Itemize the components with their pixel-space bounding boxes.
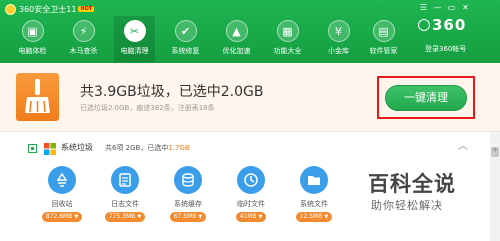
item-size: 67.5MB (173, 213, 197, 220)
junk-item-temp-files[interactable]: 临时文件 41MB ▼ (228, 166, 274, 226)
nav-label: 电脑体检 (18, 47, 47, 55)
junk-item-system-files[interactable]: 系统文件 12.5MB ▼ (291, 166, 337, 226)
dropdown-arrow-icon: ▼ (137, 214, 142, 220)
nav-item-software-manager[interactable]: ▤ 软件管家 (363, 16, 404, 62)
item-label: 系统缓存 (174, 200, 202, 208)
watermark-title: 百科全说 (368, 172, 456, 196)
category-selected-size: 1.7GB (168, 144, 190, 152)
item-size: 41MB (239, 213, 257, 220)
system-cache-icon (174, 166, 202, 194)
top-toolbar: 360安全卫士11 HOT ☰ — ▭ ✕ ▣ 电脑体检 ⚡ 木马查杀 ✂ 电脑… (0, 0, 500, 63)
wallet-icon: ¥ (327, 20, 350, 42)
temp-file-icon (237, 166, 265, 194)
dropdown-arrow-icon: ▼ (324, 214, 329, 220)
item-label: 临时文件 (237, 200, 265, 208)
junk-item-recycle-bin[interactable]: 回收站 872.6MB ▼ (39, 166, 85, 226)
category-header[interactable]: 系统垃圾 共6项 2GB，已选中1.7GB ︿ (0, 137, 490, 157)
nav-label: 功能大全 (273, 47, 302, 55)
dropdown-arrow-icon: ▼ (74, 214, 79, 220)
nav-item-pc-clean[interactable]: ✂ 电脑清理 (114, 16, 155, 62)
nav-label: 木马查杀 (69, 47, 98, 55)
dropdown-arrow-icon: ▼ (258, 214, 263, 220)
nav-label: 电脑清理 (120, 47, 149, 55)
scrollbar-thumb[interactable] (491, 145, 499, 157)
item-size-badge[interactable]: 775.3MB ▼ (104, 212, 146, 222)
menu-icon[interactable]: ☰ (418, 3, 429, 13)
close-icon[interactable]: ✕ (460, 3, 471, 13)
broom-icon (16, 73, 59, 121)
item-label: 系统文件 (300, 200, 328, 208)
item-size-badge[interactable]: 41MB ▼ (235, 212, 267, 222)
app-title: 360安全卫士11 (19, 4, 77, 14)
maximize-icon[interactable]: ▭ (446, 3, 457, 13)
category-stats: 共6项 2GB，已选中1.7GB (105, 143, 190, 153)
window-controls: ☰ — ▭ ✕ (418, 3, 471, 13)
nav-item-pc-check[interactable]: ▣ 电脑体检 (12, 16, 53, 62)
window-title-bar: 360安全卫士11 HOT (5, 3, 95, 15)
junk-item-log-files[interactable]: 日志文件 775.3MB ▼ (102, 166, 148, 226)
trojan-scan-icon: ⚡ (72, 20, 95, 42)
category-stats-prefix: 共6项 2GB，已选中 (105, 144, 169, 152)
grid-icon: ▦ (276, 20, 299, 42)
item-size-badge[interactable]: 67.5MB ▼ (169, 212, 207, 222)
pc-check-icon: ▣ (21, 20, 44, 42)
windows-logo-icon (44, 143, 56, 155)
log-file-icon (111, 166, 139, 194)
item-label: 日志文件 (111, 200, 139, 208)
rocket-icon: ▲ (225, 20, 248, 42)
category-checkbox[interactable] (28, 144, 37, 153)
nav-item-optimize[interactable]: ▲ 优化加速 (216, 16, 257, 62)
nav-item-vault[interactable]: ¥ 小金库 (318, 16, 359, 62)
item-label: 回收站 (51, 200, 73, 208)
category-name: 系统垃圾 (61, 143, 93, 152)
software-icon: ▤ (372, 20, 395, 42)
app-logo-icon (5, 3, 16, 15)
login-link[interactable]: 登录360帐号 (425, 44, 466, 54)
watermark-subtitle: 助你轻松解决 (371, 199, 443, 212)
junk-total-headline: 共3.9GB垃圾，已选中2.0GB (80, 84, 264, 100)
minimize-icon[interactable]: — (432, 3, 443, 13)
nav-label: 小金库 (328, 47, 349, 55)
item-size: 775.3MB (108, 213, 136, 220)
chevron-up-icon[interactable]: ︿ (456, 140, 470, 154)
nav-item-features[interactable]: ▦ 功能大全 (267, 16, 308, 62)
recycle-bin-icon (48, 166, 76, 194)
item-size-badge[interactable]: 872.6MB ▼ (41, 212, 83, 222)
user-avatar-icon[interactable] (418, 19, 430, 31)
nav-label: 优化加速 (222, 47, 251, 55)
folder-icon (300, 166, 328, 194)
item-size-badge[interactable]: 12.5MB ▼ (295, 212, 333, 222)
nav-item-system-repair[interactable]: ✔ 系统修复 (165, 16, 206, 62)
dropdown-arrow-icon: ▼ (198, 214, 203, 220)
broom-icon: ✂ (123, 20, 146, 42)
nav-label: 系统修复 (171, 47, 200, 55)
junk-detail-text: 已选垃圾2.0GB，痕迹382条，注册表18条 (80, 104, 215, 112)
hot-badge: HOT (78, 6, 95, 12)
nav-label: 软件管家 (369, 47, 398, 55)
one-click-clean-button[interactable]: 一键清理 (385, 85, 467, 111)
brand-logo: 360 (432, 16, 467, 34)
shield-icon: ✔ (174, 20, 197, 42)
junk-item-system-cache[interactable]: 系统缓存 67.5MB ▼ (165, 166, 211, 226)
item-size: 12.5MB (299, 213, 323, 220)
item-size: 872.6MB (45, 213, 73, 220)
nav-item-trojan-scan[interactable]: ⚡ 木马查杀 (63, 16, 104, 62)
